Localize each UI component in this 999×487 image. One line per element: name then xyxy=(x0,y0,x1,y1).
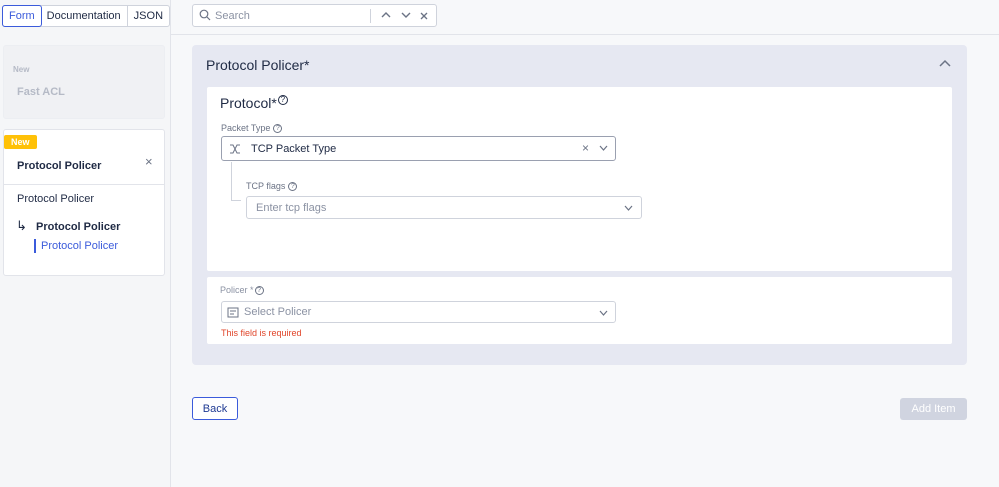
view-tabs: Form Documentation JSON xyxy=(2,5,171,27)
shuffle-icon xyxy=(230,144,240,154)
protocol-policer-card[interactable]: New Protocol Policer × Protocol Policer … xyxy=(3,129,165,276)
protocol-card: Protocol*? Packet Type? TCP Packet Type … xyxy=(207,87,952,271)
chevron-down-icon[interactable] xyxy=(401,11,411,19)
policer-select[interactable]: Select Policer xyxy=(221,301,616,323)
packet-type-label: Packet Type xyxy=(221,123,271,133)
policer-label-row: Policer *? xyxy=(220,285,264,296)
packet-type-select[interactable]: TCP Packet Type × xyxy=(221,136,616,161)
tcp-flags-input[interactable] xyxy=(256,200,606,216)
help-icon[interactable]: ? xyxy=(254,286,264,296)
tcp-flags-select xyxy=(246,196,642,219)
tcp-flags-label: TCP flags xyxy=(246,181,286,191)
add-item-button[interactable]: Add Item xyxy=(900,398,967,420)
fast-acl-tag: New xyxy=(13,65,30,74)
tree-item-protocol-policer-active[interactable]: Protocol Policer xyxy=(34,239,118,253)
protocol-policer-section: Protocol Policer* Protocol*? Packet Type… xyxy=(192,45,967,365)
fast-acl-title: Fast ACL xyxy=(17,86,65,98)
tab-documentation[interactable]: Documentation xyxy=(41,6,128,26)
chevron-down-icon[interactable] xyxy=(599,310,608,316)
tree-item-protocol-policer[interactable]: Protocol Policer xyxy=(17,193,94,205)
divider xyxy=(4,184,164,185)
back-button[interactable]: Back xyxy=(192,397,238,420)
search-separator xyxy=(370,9,371,23)
left-panel: Form Documentation JSON New Fast ACL New… xyxy=(0,0,171,487)
collapse-chevron-icon[interactable] xyxy=(939,59,951,67)
policer-error: This field is required xyxy=(221,328,302,338)
clear-icon[interactable]: × xyxy=(582,141,589,155)
policer-placeholder: Select Policer xyxy=(244,306,312,318)
help-icon[interactable]: ? xyxy=(288,182,298,192)
list-icon xyxy=(227,307,239,318)
policer-card: Policer *? Select Policer This field is … xyxy=(207,277,952,344)
packet-type-label-row: Packet Type? xyxy=(221,123,283,134)
close-icon[interactable]: × xyxy=(145,154,153,169)
search-box xyxy=(192,4,437,27)
help-icon[interactable]: ? xyxy=(277,95,288,106)
tree-item-protocol-policer-nested[interactable]: Protocol Policer xyxy=(36,221,120,233)
tree-connector xyxy=(231,162,241,201)
tab-json[interactable]: JSON xyxy=(128,6,169,26)
tcp-flags-label-row: TCP flags? xyxy=(246,181,298,192)
clear-search-icon[interactable] xyxy=(420,12,428,20)
chevron-up-icon[interactable] xyxy=(381,11,391,19)
chevron-down-icon[interactable] xyxy=(624,205,633,211)
chevron-down-icon[interactable] xyxy=(599,145,608,151)
search-icon xyxy=(199,9,211,21)
protocol-heading: Protocol*? xyxy=(220,95,288,111)
section-title: Protocol Policer* xyxy=(206,57,310,73)
protocol-policer-card-title: Protocol Policer xyxy=(17,160,102,172)
protocol-title: Protocol* xyxy=(220,95,277,111)
header-divider xyxy=(171,34,999,35)
help-icon[interactable]: ? xyxy=(273,124,283,134)
fast-acl-card[interactable]: New Fast ACL xyxy=(3,45,165,119)
tab-form[interactable]: Form xyxy=(2,5,42,27)
packet-type-value: TCP Packet Type xyxy=(251,143,337,155)
policer-label: Policer * xyxy=(220,285,254,295)
new-badge: New xyxy=(4,135,37,149)
search-input[interactable] xyxy=(215,8,365,24)
nested-arrow-icon: ↳ xyxy=(16,218,27,233)
